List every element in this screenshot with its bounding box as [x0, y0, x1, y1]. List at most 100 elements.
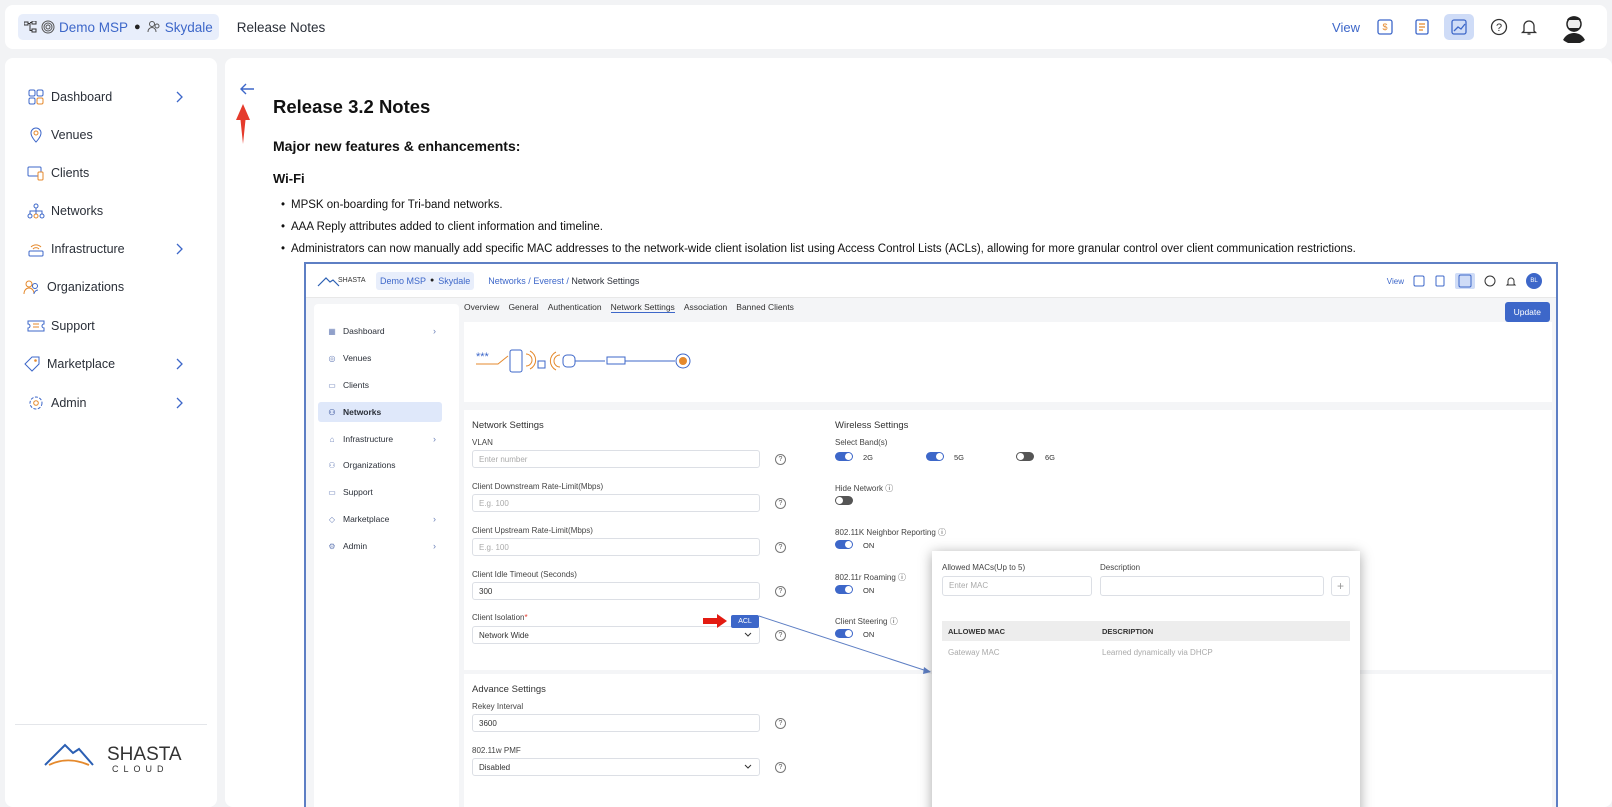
- help-circle-icon: ?: [775, 542, 786, 553]
- downstream-field: E.g. 100: [472, 494, 760, 512]
- sidebar-item-marketplace[interactable]: Marketplace: [5, 349, 217, 379]
- red-annotation-arrow: [236, 104, 250, 144]
- mac-input: Enter MAC: [942, 576, 1092, 596]
- embedded-avatar: BL: [1526, 273, 1542, 289]
- embedded-report-icon: [1435, 275, 1445, 287]
- red-pointer-arrow: [703, 614, 727, 628]
- gear-icon: [25, 395, 47, 411]
- pmf-label: 802.11w PMF: [472, 746, 521, 755]
- router-icon: [25, 241, 47, 257]
- embedded-billing-icon: [1413, 275, 1425, 287]
- bullet-item: MPSK on-boarding for Tri-band networks.: [281, 199, 503, 211]
- fingerprint-icon: [41, 20, 59, 34]
- chevron-right-icon: [176, 243, 183, 255]
- site-name[interactable]: Skydale: [165, 20, 213, 35]
- back-arrow-icon[interactable]: [239, 83, 255, 95]
- help-icon: ?: [1490, 18, 1508, 36]
- embedded-nav-item: ◇ Marketplace ›: [328, 514, 436, 524]
- embedded-help-icon: [1484, 275, 1496, 287]
- org-breadcrumb[interactable]: Demo MSP ● Skydale: [18, 14, 219, 40]
- embedded-tabs: Overview General Authentication Network …: [464, 302, 794, 313]
- band-6g-label: 6G: [1045, 453, 1056, 462]
- org-name[interactable]: Demo MSP: [59, 20, 128, 35]
- isolation-label: Client Isolation*: [472, 613, 528, 622]
- help-circle-icon: ?: [775, 454, 786, 465]
- release-notes-panel: Release 3.2 Notes Major new features & e…: [225, 58, 1612, 807]
- band-5g-toggle: [926, 452, 944, 461]
- sidebar-item-label: Venues: [51, 128, 93, 142]
- roaming-toggle: [835, 585, 853, 594]
- devices-icon: [25, 165, 47, 181]
- embedded-nav-item: ▦ Dashboard ›: [328, 326, 436, 336]
- embedded-sidebar: ▦ Dashboard › ◎ Venues ▭ Clients ⚇ Networks ⌂…: [314, 304, 459, 807]
- user-avatar[interactable]: [1557, 10, 1591, 44]
- idle-timeout-label: Client Idle Timeout (Seconds): [472, 570, 577, 579]
- report-view-button[interactable]: [1407, 14, 1437, 40]
- upstream-label: Client Upstream Rate-Limit(Mbps): [472, 526, 593, 535]
- svg-text:SHASTA: SHASTA: [338, 277, 366, 284]
- notifications-button[interactable]: [1517, 15, 1541, 39]
- page-title: Release Notes: [236, 19, 326, 35]
- top-bar: Demo MSP ● Skydale Release Notes View $ …: [5, 5, 1607, 49]
- bullet-item: Administrators can now manually add spec…: [281, 243, 1356, 255]
- embedded-logo-icon: SHASTA: [317, 277, 366, 286]
- help-circle-icon: ?: [775, 498, 786, 509]
- hide-network-label: Hide Network ⓘ: [835, 484, 894, 493]
- idle-timeout-field: 300: [472, 582, 760, 600]
- embedded-nav-item: ▭ Clients: [328, 380, 369, 390]
- vlan-field: Enter number: [472, 450, 760, 468]
- svg-text:***: ***: [476, 351, 490, 363]
- sidebar-item-label: Support: [51, 319, 95, 333]
- chevron-right-icon: [176, 397, 183, 409]
- embedded-nav-item: ◎ Venues: [328, 353, 372, 363]
- sidebar-item-label: Clients: [51, 166, 90, 180]
- release-title: Release 3.2 Notes: [273, 96, 431, 117]
- downstream-label: Client Downstream Rate-Limit(Mbps): [472, 482, 604, 491]
- advanced-heading: Advance Settings: [472, 684, 546, 695]
- rekey-label: Rekey Interval: [472, 702, 524, 711]
- sidebar-item-label: Networks: [51, 204, 104, 218]
- chevron-down-icon: [744, 764, 752, 769]
- chevron-down-icon: [744, 632, 752, 637]
- billing-view-button[interactable]: $: [1370, 14, 1400, 40]
- band-2g-toggle: [835, 452, 853, 461]
- sidebar-item-infrastructure[interactable]: Infrastructure: [5, 234, 217, 264]
- billing-icon: $: [1377, 19, 1393, 35]
- band-5g-label: 5G: [954, 453, 965, 462]
- embedded-site: Skydale: [438, 275, 471, 286]
- embedded-screenshot: SHASTA Demo MSP ● Skydale Networks / Eve…: [304, 262, 1558, 807]
- embedded-nav-item-active: ⚇ Networks: [318, 402, 442, 422]
- chevron-right-icon: [176, 91, 183, 103]
- acl-row-mac: Gateway MAC: [948, 648, 1000, 657]
- neighbor-report-toggle: [835, 540, 853, 549]
- svg-text:?: ?: [1496, 22, 1502, 34]
- sidebar-item-dashboard[interactable]: Dashboard: [5, 82, 217, 112]
- description-input: [1100, 576, 1324, 596]
- add-mac-icon: +: [1331, 576, 1350, 596]
- sidebar-item-venues[interactable]: Venues: [5, 120, 217, 150]
- sidebar-item-label: Infrastructure: [51, 242, 125, 256]
- sidebar: Dashboard Venues Clients Networks Infras…: [5, 58, 217, 807]
- users-icon: [21, 279, 43, 295]
- subsection-heading: Wi-Fi: [273, 171, 305, 186]
- logo-subtext: CLOUD: [112, 764, 169, 774]
- acl-row-desc: Learned dynamically via DHCP: [1102, 648, 1213, 657]
- on-label: ON: [863, 541, 875, 550]
- isolation-select: Network Wide: [472, 626, 760, 644]
- sidebar-item-label: Dashboard: [51, 90, 113, 104]
- sidebar-item-networks[interactable]: Networks: [5, 196, 217, 226]
- sidebar-item-support[interactable]: Support: [5, 311, 217, 341]
- embedded-nav-item: ▭ Support: [328, 487, 373, 497]
- chevron-right-icon: [176, 358, 183, 370]
- chart-view-button[interactable]: [1444, 14, 1474, 40]
- bullet-item: AAA Reply attributes added to client inf…: [281, 221, 603, 233]
- sidebar-item-clients[interactable]: Clients: [5, 158, 217, 188]
- sidebar-item-admin[interactable]: Admin: [5, 388, 217, 418]
- sidebar-item-organizations[interactable]: Organizations: [5, 272, 217, 302]
- band-6g-toggle: [1016, 452, 1034, 461]
- embedded-nav-item: ⚇ Organizations: [328, 460, 396, 470]
- acl-popup: Allowed MACs(Up to 5) Enter MAC Descript…: [932, 551, 1360, 807]
- shasta-cloud-logo: SHASTA CLOUD: [15, 724, 207, 780]
- vlan-label: VLAN: [472, 438, 493, 447]
- help-button[interactable]: ?: [1487, 15, 1511, 39]
